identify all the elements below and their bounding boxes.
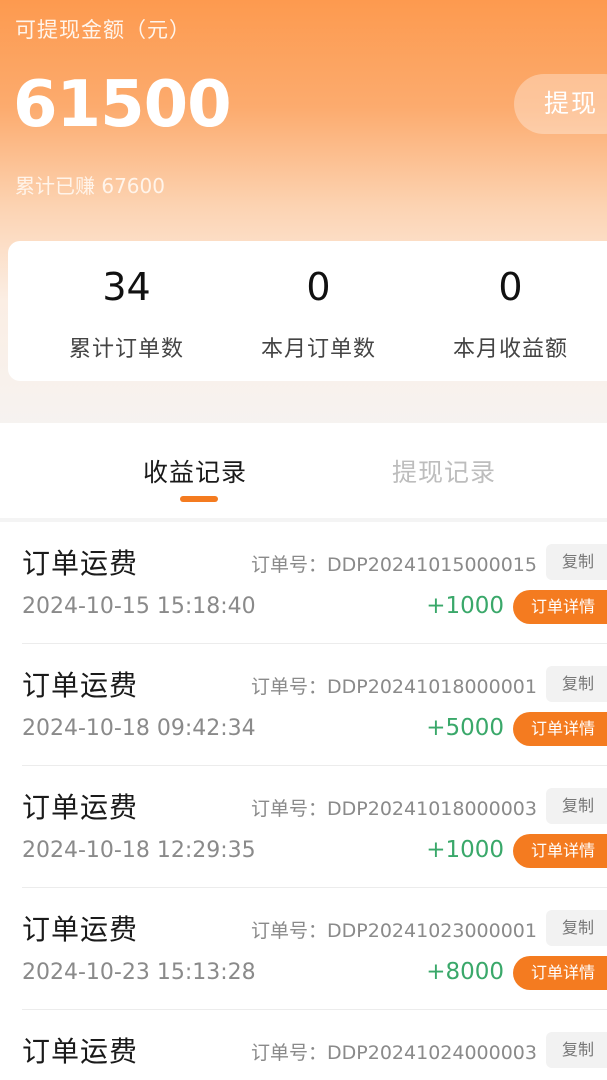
stat-value: 34 [102, 265, 151, 309]
order-number-label: 订单号： [251, 920, 328, 942]
order-detail-button[interactable]: 订单详情 [513, 834, 607, 868]
stat-label: 本月订单数 [260, 337, 376, 362]
order-number-value: DDP20241015000015 [327, 554, 537, 576]
copy-button[interactable]: 复制 [546, 910, 607, 946]
record-title: 订单运费 [22, 547, 139, 580]
record-title: 订单运费 [22, 913, 139, 946]
copy-button[interactable]: 复制 [546, 666, 607, 702]
record-amount: +1000 [426, 837, 504, 863]
record-time: 2024-10-23 15:13:28 [22, 960, 256, 985]
order-number-label: 订单号： [251, 676, 328, 698]
order-number-value: DDP20241023000001 [327, 920, 537, 942]
list-item: 订单运费 订单号：DDP20241015000015 复制 2024-10-15… [0, 522, 607, 644]
order-number-label: 订单号： [251, 554, 328, 576]
record-amount: +8000 [426, 959, 504, 985]
order-detail-button[interactable]: 订单详情 [513, 956, 607, 990]
withdraw-button[interactable]: 提现 [514, 74, 607, 134]
list-item: 订单运费 订单号：DDP20241023000001 复制 2024-10-23… [0, 888, 607, 1010]
record-title: 订单运费 [22, 669, 139, 702]
record-time: 2024-10-18 12:29:35 [22, 838, 256, 863]
withdrawable-amount-label: 可提现金额（元） [15, 18, 191, 42]
record-amount: +5000 [426, 715, 504, 741]
copy-button[interactable]: 复制 [546, 544, 607, 580]
list-item: 订单运费 订单号：DDP20241024000003 复制 [0, 1010, 607, 1080]
record-tabs: 收益记录 提现记录 [0, 423, 607, 518]
list-item: 订单运费 订单号：DDP20241018000001 复制 2024-10-18… [0, 644, 607, 766]
stat-label: 本月收益额 [452, 337, 568, 362]
order-number: 订单号：DDP20241023000001 [251, 916, 537, 943]
record-title: 订单运费 [22, 791, 139, 824]
order-number-value: DDP20241018000001 [327, 676, 537, 698]
order-number: 订单号：DDP20241018000001 [251, 672, 537, 699]
tab-withdraw-records[interactable]: 提现记录 [392, 453, 496, 489]
list-item: 订单运费 订单号：DDP20241018000003 复制 2024-10-18… [0, 766, 607, 888]
record-time: 2024-10-18 09:42:34 [22, 716, 256, 741]
record-amount: +1000 [426, 593, 504, 619]
stat-month-orders: 0 本月订单数 [222, 241, 415, 363]
order-number: 订单号：DDP20241024000003 [251, 1038, 537, 1065]
order-number-label: 订单号： [251, 798, 328, 820]
total-earned-text: 累计已赚 67600 [15, 174, 165, 198]
record-time: 2024-10-15 15:18:40 [22, 594, 256, 619]
order-number-value: DDP20241024000003 [327, 1042, 537, 1064]
order-detail-button[interactable]: 订单详情 [513, 590, 607, 624]
stat-label: 累计订单数 [68, 337, 184, 362]
stat-value: 0 [498, 265, 523, 309]
copy-button[interactable]: 复制 [546, 1032, 607, 1068]
stats-card: 34 累计订单数 0 本月订单数 0 本月收益额 [8, 241, 607, 381]
tab-income-records[interactable]: 收益记录 [143, 453, 247, 489]
order-number-label: 订单号： [251, 1042, 328, 1064]
withdrawable-balance: 61500 [13, 68, 232, 142]
income-record-list: 订单运费 订单号：DDP20241015000015 复制 2024-10-15… [0, 522, 607, 1080]
record-title: 订单运费 [22, 1035, 139, 1068]
active-tab-indicator [180, 496, 218, 502]
order-number: 订单号：DDP20241015000015 [251, 550, 537, 577]
stat-total-orders: 34 累计订单数 [30, 241, 223, 363]
order-number: 订单号：DDP20241018000003 [251, 794, 537, 821]
stat-value: 0 [306, 265, 331, 309]
copy-button[interactable]: 复制 [546, 788, 607, 824]
order-detail-button[interactable]: 订单详情 [513, 712, 607, 746]
stat-month-income: 0 本月收益额 [414, 241, 607, 363]
order-number-value: DDP20241018000003 [327, 798, 537, 820]
